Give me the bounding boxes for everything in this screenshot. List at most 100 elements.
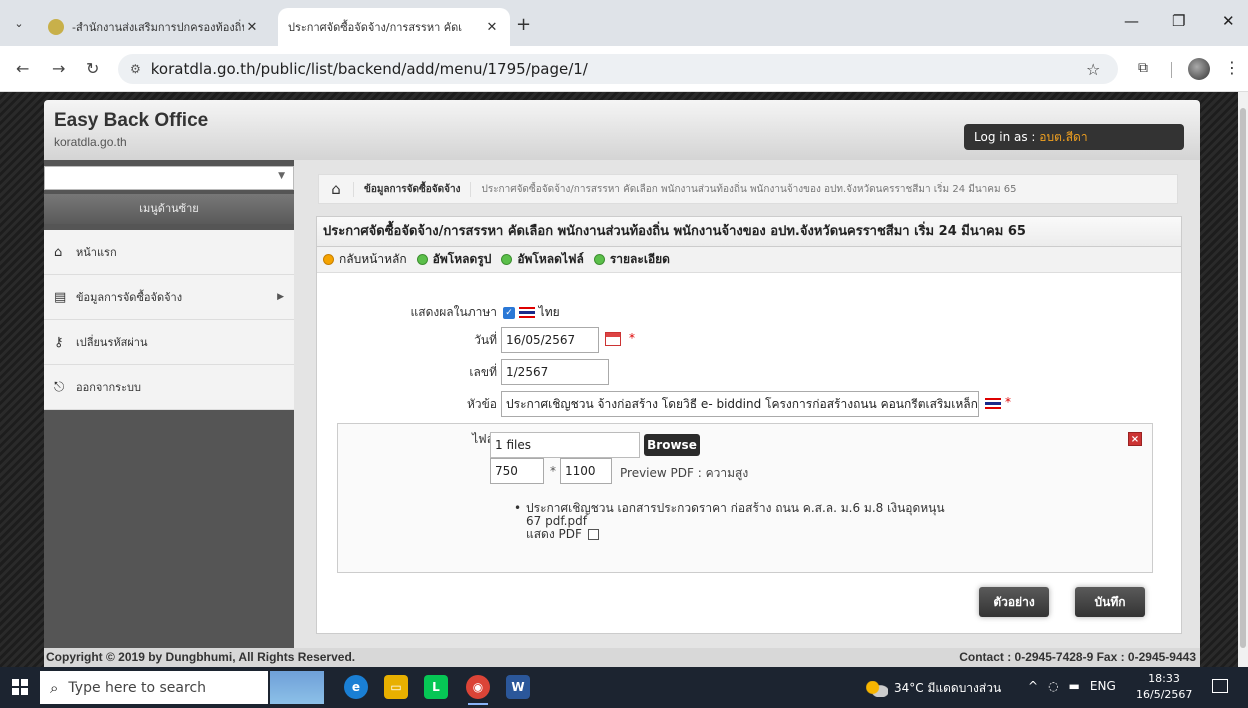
app-title: Easy Back Office bbox=[54, 110, 209, 131]
home-icon: ⌂ bbox=[54, 244, 63, 260]
sidebar-menu: ⌂ หน้าแรก ▤ ข้อมูลการจัดซื้อจัดจ้าง ▶ ⚷ … bbox=[44, 230, 294, 410]
subject-label: หัวข้อ bbox=[466, 397, 497, 411]
line-app-icon[interactable]: L bbox=[424, 675, 448, 699]
show-pdf-label: แสดง PDF bbox=[526, 527, 582, 541]
extensions-icon[interactable]: ⧉ bbox=[1138, 60, 1148, 76]
network-icon[interactable]: ◌ bbox=[1048, 679, 1058, 693]
show-pdf-checkbox[interactable] bbox=[587, 529, 599, 540]
upload-circle-icon bbox=[501, 254, 513, 265]
tray-chevron-icon[interactable]: ^ bbox=[1028, 679, 1038, 693]
home-icon[interactable]: ⌂ bbox=[319, 180, 353, 198]
tool-label: อัพโหลดรูป bbox=[432, 252, 492, 266]
tab-search-chevron-icon[interactable]: ⌄ bbox=[8, 12, 30, 34]
required-mark: * bbox=[629, 331, 635, 345]
preview-button[interactable]: ตัวอย่าง bbox=[979, 587, 1049, 617]
window-close-icon[interactable]: ✕ bbox=[1222, 12, 1235, 30]
times-sign: * bbox=[550, 464, 556, 478]
windows-taskbar: ⌕ Type here to search e ▭ L ◉ W 34°C มีแ… bbox=[0, 667, 1248, 708]
preview-pdf-label: Preview PDF : ความสูง bbox=[620, 466, 749, 480]
taskbar-search-input[interactable]: ⌕ Type here to search bbox=[40, 671, 268, 704]
back-circle-icon bbox=[323, 254, 334, 265]
key-icon: ⚷ bbox=[54, 334, 64, 350]
reload-icon[interactable]: ↻ bbox=[86, 59, 99, 78]
browser-tab-inactive[interactable]: -สำนักงานส่งเสริมการปกครองท้องถิ่น ✕ bbox=[38, 8, 270, 46]
address-bar-row: ← → ↻ ⚙ koratdla.go.th/public/list/backe… bbox=[0, 46, 1248, 92]
remove-file-icon[interactable]: × bbox=[1128, 432, 1142, 446]
upload-file-link[interactable]: อัพโหลดไฟล์ bbox=[501, 250, 584, 269]
sidebar-item-procurement[interactable]: ▤ ข้อมูลการจัดซื้อจัดจ้าง ▶ bbox=[44, 275, 294, 320]
site-info-icon[interactable]: ⚙ bbox=[130, 62, 141, 76]
breadcrumb-current: ประกาศจัดซื้อจัดจ้าง/การสรรหา คัดเลือก พ… bbox=[470, 181, 1026, 197]
save-button[interactable]: บันทึก bbox=[1075, 587, 1145, 617]
notification-icon[interactable] bbox=[1212, 679, 1228, 693]
language-value: ไทย bbox=[538, 305, 560, 319]
url-text: koratdla.go.th/public/list/backend/add/m… bbox=[150, 60, 588, 78]
login-prefix: Log in as : bbox=[974, 130, 1040, 144]
search-icon: ⌕ bbox=[50, 678, 59, 697]
pdf-width-input[interactable]: 750 bbox=[490, 458, 544, 484]
thai-flag-icon bbox=[518, 307, 535, 318]
date-input[interactable]: 16/05/2567 bbox=[501, 327, 599, 353]
windows-start-icon[interactable] bbox=[12, 679, 28, 695]
login-user[interactable]: อบต.สีดา bbox=[1039, 130, 1087, 144]
subject-input[interactable]: ประกาศเชิญชวน จ้างก่อสร้าง โดยวิธี e- bi… bbox=[501, 391, 979, 417]
form-panel: ประกาศจัดซื้อจัดจ้าง/การสรรหา คัดเลือก พ… bbox=[316, 216, 1182, 634]
restore-icon[interactable]: ❐ bbox=[1172, 12, 1185, 30]
login-status: Log in as : อบต.สีดา bbox=[964, 124, 1184, 150]
system-clock[interactable]: 18:33 16/5/2567 bbox=[1136, 671, 1192, 703]
forward-icon[interactable]: → bbox=[52, 59, 65, 78]
search-placeholder: Type here to search bbox=[68, 679, 207, 696]
profile-avatar[interactable] bbox=[1188, 58, 1210, 80]
file-explorer-icon[interactable]: ▭ bbox=[384, 675, 408, 699]
language-option: ✓ ไทย bbox=[503, 303, 560, 322]
chrome-browser-icon[interactable]: ◉ bbox=[466, 675, 490, 705]
details-link[interactable]: รายละเอียด bbox=[593, 250, 670, 269]
browser-menu-icon[interactable]: ⋮ bbox=[1224, 58, 1240, 77]
chevron-down-icon: ▼ bbox=[278, 171, 285, 181]
sidebar-item-logout[interactable]: ⎋ ออกจากระบบ bbox=[44, 365, 294, 410]
file-input[interactable]: 1 files bbox=[490, 432, 640, 458]
page-title: ประกาศจัดซื้อจัดจ้าง/การสรรหา คัดเลือก พ… bbox=[317, 217, 1181, 247]
scrollbar-thumb[interactable] bbox=[1240, 108, 1246, 648]
tab-title: ประกาศจัดซื้อจัดจ้าง/การสรรหา คัดเ bbox=[288, 21, 463, 34]
calendar-icon[interactable] bbox=[605, 332, 621, 346]
content-area: ⌂ ข้อมูลการจัดซื้อจัดจ้าง ประกาศจัดซื้อจ… bbox=[294, 160, 1200, 648]
bookmark-star-icon[interactable]: ☆ bbox=[1086, 60, 1100, 79]
site-header: Easy Back Office koratdla.go.th Log in a… bbox=[44, 100, 1200, 160]
edge-browser-icon[interactable]: e bbox=[344, 675, 368, 699]
weather-text: 34°C มีแดดบางส่วน bbox=[894, 681, 1002, 695]
tool-label: กลับหน้าหลัก bbox=[339, 252, 407, 266]
sidebar-item-label: หน้าแรก bbox=[76, 246, 117, 259]
sidebar-item-home[interactable]: ⌂ หน้าแรก bbox=[44, 230, 294, 275]
breadcrumb-section[interactable]: ข้อมูลการจัดซื้อจัดจ้าง bbox=[353, 181, 470, 197]
page-scrollbar[interactable] bbox=[1238, 92, 1248, 667]
clock-date: 16/5/2567 bbox=[1136, 688, 1193, 701]
back-to-main-link[interactable]: กลับหน้าหลัก bbox=[323, 250, 407, 269]
browse-button[interactable]: Browse bbox=[644, 434, 700, 456]
tab-close-icon[interactable]: ✕ bbox=[484, 20, 500, 35]
number-label: เลขที่ bbox=[469, 365, 497, 379]
minimize-icon[interactable]: — bbox=[1124, 12, 1139, 30]
file-upload-box: ไฟล์ 1 files Browse × 750 * 1100 Preview… bbox=[337, 423, 1153, 573]
new-tab-icon[interactable]: + bbox=[516, 14, 531, 35]
panel-toolbar: กลับหน้าหลัก อัพโหลดรูป อัพโหลดไฟล์ รายล… bbox=[317, 247, 1181, 273]
upload-image-link[interactable]: อัพโหลดรูป bbox=[416, 250, 492, 269]
browser-tab-active[interactable]: ประกาศจัดซื้อจัดจ้าง/การสรรหา คัดเ ✕ bbox=[278, 8, 510, 46]
sidebar-item-change-password[interactable]: ⚷ เปลี่ยนรหัสผ่าน bbox=[44, 320, 294, 365]
battery-icon[interactable]: ▬ bbox=[1069, 679, 1080, 693]
url-input[interactable]: ⚙ koratdla.go.th/public/list/backend/add… bbox=[118, 54, 1118, 84]
back-icon[interactable]: ← bbox=[16, 59, 29, 78]
pdf-height-input[interactable]: 1100 bbox=[560, 458, 612, 484]
language-checkbox[interactable]: ✓ bbox=[503, 306, 515, 319]
toolbar-divider bbox=[1171, 62, 1172, 78]
tab-close-icon[interactable]: ✕ bbox=[244, 20, 260, 35]
search-highlight-image bbox=[270, 671, 324, 704]
sidebar-select[interactable]: ▼ bbox=[44, 166, 294, 190]
word-app-icon[interactable]: W bbox=[506, 675, 530, 699]
tab-title: -สำนักงานส่งเสริมการปกครองท้องถิ่น bbox=[72, 21, 244, 34]
breadcrumb: ⌂ ข้อมูลการจัดซื้อจัดจ้าง ประกาศจัดซื้อจ… bbox=[318, 174, 1178, 204]
weather-widget[interactable]: 34°C มีแดดบางส่วน bbox=[866, 679, 1001, 698]
upload-circle-icon bbox=[416, 254, 428, 265]
number-input[interactable]: 1/2567 bbox=[501, 359, 609, 385]
input-language[interactable]: ENG bbox=[1090, 679, 1116, 693]
